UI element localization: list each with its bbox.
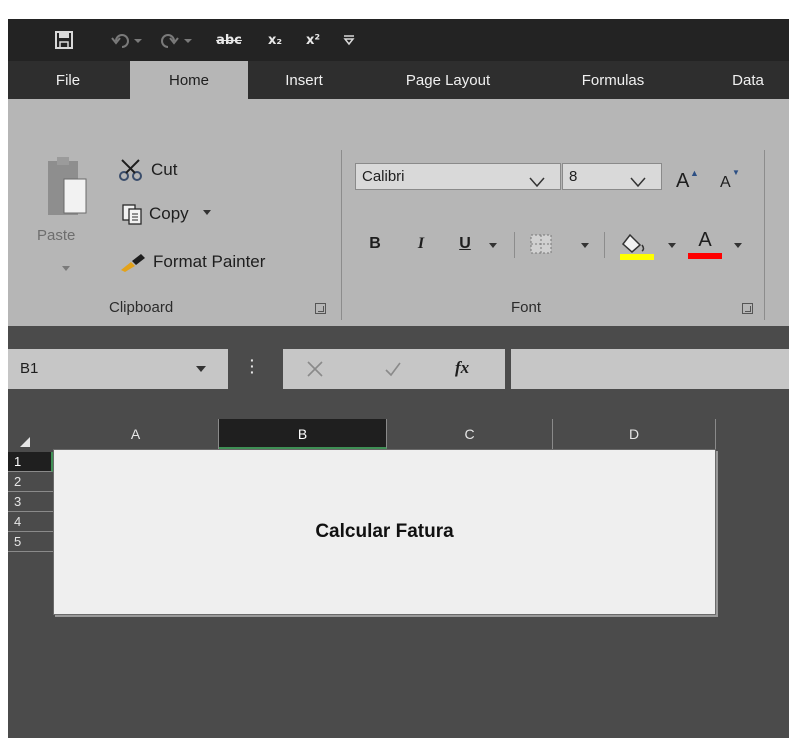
underline-button[interactable]: U	[455, 232, 475, 256]
paste-icon[interactable]	[40, 155, 88, 226]
formula-buttons: fx	[283, 349, 505, 389]
chevron-down-icon	[629, 171, 647, 196]
copy-icon	[121, 202, 145, 226]
row-header-3[interactable]: 3	[8, 492, 53, 512]
font-group-label: Font	[511, 299, 542, 316]
superscript-button[interactable]: x²	[298, 28, 328, 52]
borders-icon[interactable]	[530, 234, 552, 259]
more-icon[interactable]: · · ·	[250, 353, 255, 379]
group-separator	[341, 150, 342, 320]
column-header-d[interactable]: D	[553, 419, 716, 449]
caret-up-icon: ▲	[690, 168, 699, 178]
tab-page-layout[interactable]: Page Layout	[378, 61, 518, 101]
sheet-title: Calcular Fatura	[315, 521, 454, 542]
copy-button[interactable]: Copy	[121, 202, 211, 226]
font-color-swatch	[688, 253, 722, 259]
format-painter-button[interactable]: Format Painter	[117, 250, 265, 274]
italic-button[interactable]: I	[411, 232, 431, 256]
chevron-down-icon	[528, 171, 546, 196]
merged-cell-area[interactable]: Calcular Fatura	[53, 449, 716, 615]
group-separator	[764, 150, 765, 320]
clipboard-launcher-icon[interactable]	[315, 303, 326, 314]
row-header-5[interactable]: 5	[8, 532, 53, 552]
font-color-dropdown-icon[interactable]	[734, 243, 742, 248]
insert-function-button[interactable]: fx	[455, 358, 469, 378]
font-color-label: A	[698, 229, 712, 251]
paste-dropdown-icon[interactable]	[62, 266, 70, 271]
format-separator	[514, 232, 515, 258]
formula-input[interactable]	[511, 349, 789, 389]
font-launcher-icon[interactable]	[742, 303, 753, 314]
tab-home[interactable]: Home	[130, 61, 248, 101]
copy-label: Copy	[149, 204, 189, 223]
column-header-b[interactable]: B	[219, 419, 387, 449]
fill-color-icon[interactable]	[620, 231, 654, 266]
row-header-4[interactable]: 4	[8, 512, 53, 532]
strikethrough-button[interactable]: abc	[211, 28, 247, 52]
select-all-corner[interactable]	[8, 419, 53, 449]
tab-data[interactable]: Data	[708, 61, 788, 101]
bold-button[interactable]: B	[365, 232, 385, 256]
copy-dropdown-icon[interactable]	[202, 209, 211, 215]
format-painter-label: Format Painter	[153, 252, 266, 271]
increase-font-label: A	[676, 170, 690, 192]
font-color-button[interactable]: A	[688, 229, 722, 259]
column-header-a[interactable]: A	[53, 419, 219, 449]
tab-insert[interactable]: Insert	[264, 61, 344, 101]
cancel-icon[interactable]	[305, 359, 325, 384]
font-size-value: 8	[569, 168, 578, 185]
caret-down-icon: ▼	[732, 168, 740, 177]
decrease-font-size-button[interactable]: A ▼	[720, 168, 740, 192]
undo-icon[interactable]	[108, 28, 148, 52]
row-header-1[interactable]: 1	[8, 452, 53, 472]
row-header-2[interactable]: 2	[8, 472, 53, 492]
decrease-font-label: A	[720, 174, 731, 191]
save-icon[interactable]	[52, 28, 76, 52]
tab-file[interactable]: File	[38, 61, 98, 101]
tab-formulas[interactable]: Formulas	[563, 61, 663, 101]
cut-button[interactable]: Cut	[117, 158, 177, 182]
font-family-value: Calibri	[362, 168, 405, 185]
clipboard-group-label: Clipboard	[109, 299, 174, 316]
scissors-icon	[117, 158, 147, 182]
fill-color-dropdown-icon[interactable]	[668, 243, 676, 248]
cut-label: Cut	[151, 160, 178, 179]
name-box[interactable]: B1	[8, 349, 228, 389]
format-separator	[604, 232, 605, 258]
ribbon-tabs: File Home Insert Page Layout Formulas Da…	[8, 61, 789, 101]
font-family-select[interactable]: Calibri	[355, 163, 561, 190]
customize-icon[interactable]	[338, 28, 360, 52]
underline-dropdown-icon[interactable]	[489, 243, 497, 248]
increase-font-size-button[interactable]: A ▲	[676, 168, 699, 193]
paintbrush-icon	[117, 250, 149, 274]
quick-access-toolbar: abc x₂ x²	[8, 19, 789, 61]
chevron-down-icon[interactable]	[196, 366, 206, 372]
subscript-button[interactable]: x₂	[260, 28, 290, 52]
enter-icon[interactable]	[383, 359, 403, 384]
paste-button[interactable]: Paste	[37, 227, 75, 244]
redo-icon[interactable]	[156, 28, 196, 52]
column-header-c[interactable]: C	[387, 419, 553, 449]
borders-dropdown-icon[interactable]	[581, 243, 589, 248]
font-size-select[interactable]: 8	[562, 163, 662, 190]
